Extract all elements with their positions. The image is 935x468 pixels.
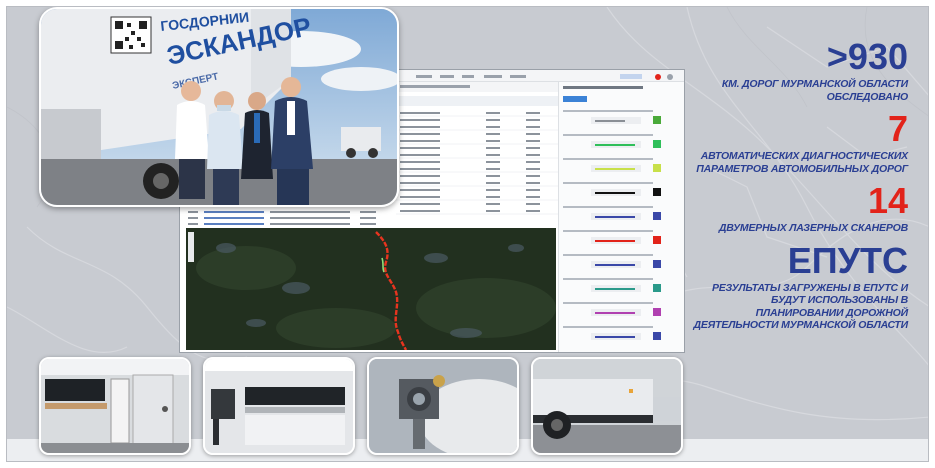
thumbnail-truck-rear (531, 357, 683, 455)
stat-caption: КМ. ДОРОГ МУРМАНСКОЙ ОБЛАСТИ ОБСЛЕДОВАНО (721, 78, 908, 103)
route-map (186, 228, 556, 350)
stats-column: >930 КМ. ДОРОГ МУРМАНСКОЙ ОБЛАСТИ ОБСЛЕД… (688, 39, 908, 332)
results-rows (188, 211, 376, 225)
hero-photo: ГОСДОРНИИ ЭСКАНДОР ЭКСПЕРТ (39, 7, 399, 207)
stat-caption: АВТОМАТИЧЕСКИХ ДИАГНОСТИЧЕСКИХ ПАРАМЕТРО… (696, 150, 908, 175)
stat-value: >930 (826, 36, 908, 77)
thumbnail-lab-interior (39, 357, 191, 455)
stat-value: 14 (867, 180, 908, 221)
stat-diagnostic-parameters: 7 АВТОМАТИЧЕСКИХ ДИАГНОСТИЧЕСКИХ ПАРАМЕТ… (688, 111, 908, 175)
stat-value: ЕПУТС (787, 239, 908, 281)
thumbnail-camera-rig (367, 357, 519, 455)
thumbnail-control-room (203, 357, 355, 455)
parameter-panel (558, 82, 684, 352)
stat-caption: РЕЗУЛЬТАТЫ ЗАГРУЖЕНЫ В ЕПУТС И БУДУТ ИСП… (693, 281, 908, 332)
stat-laser-scanners: 14 ДВУМЕРНЫХ ЛАЗЕРНЫХ СКАНЕРОВ (688, 183, 908, 235)
stat-value: 7 (887, 108, 908, 149)
stat-caption: ДВУМЕРНЫХ ЛАЗЕРНЫХ СКАНЕРОВ (718, 222, 908, 234)
infographic-frame: ГОСДОРНИИ ЭСКАНДОР ЭКСПЕРТ >930 КМ. ДОРО… (6, 6, 929, 462)
stat-roads-surveyed: >930 КМ. ДОРОГ МУРМАНСКОЙ ОБЛАСТИ ОБСЛЕД… (688, 39, 908, 103)
results-table (396, 82, 558, 228)
stat-eputs: ЕПУТС РЕЗУЛЬТАТЫ ЗАГРУЖЕНЫ В ЕПУТС И БУД… (688, 239, 908, 332)
